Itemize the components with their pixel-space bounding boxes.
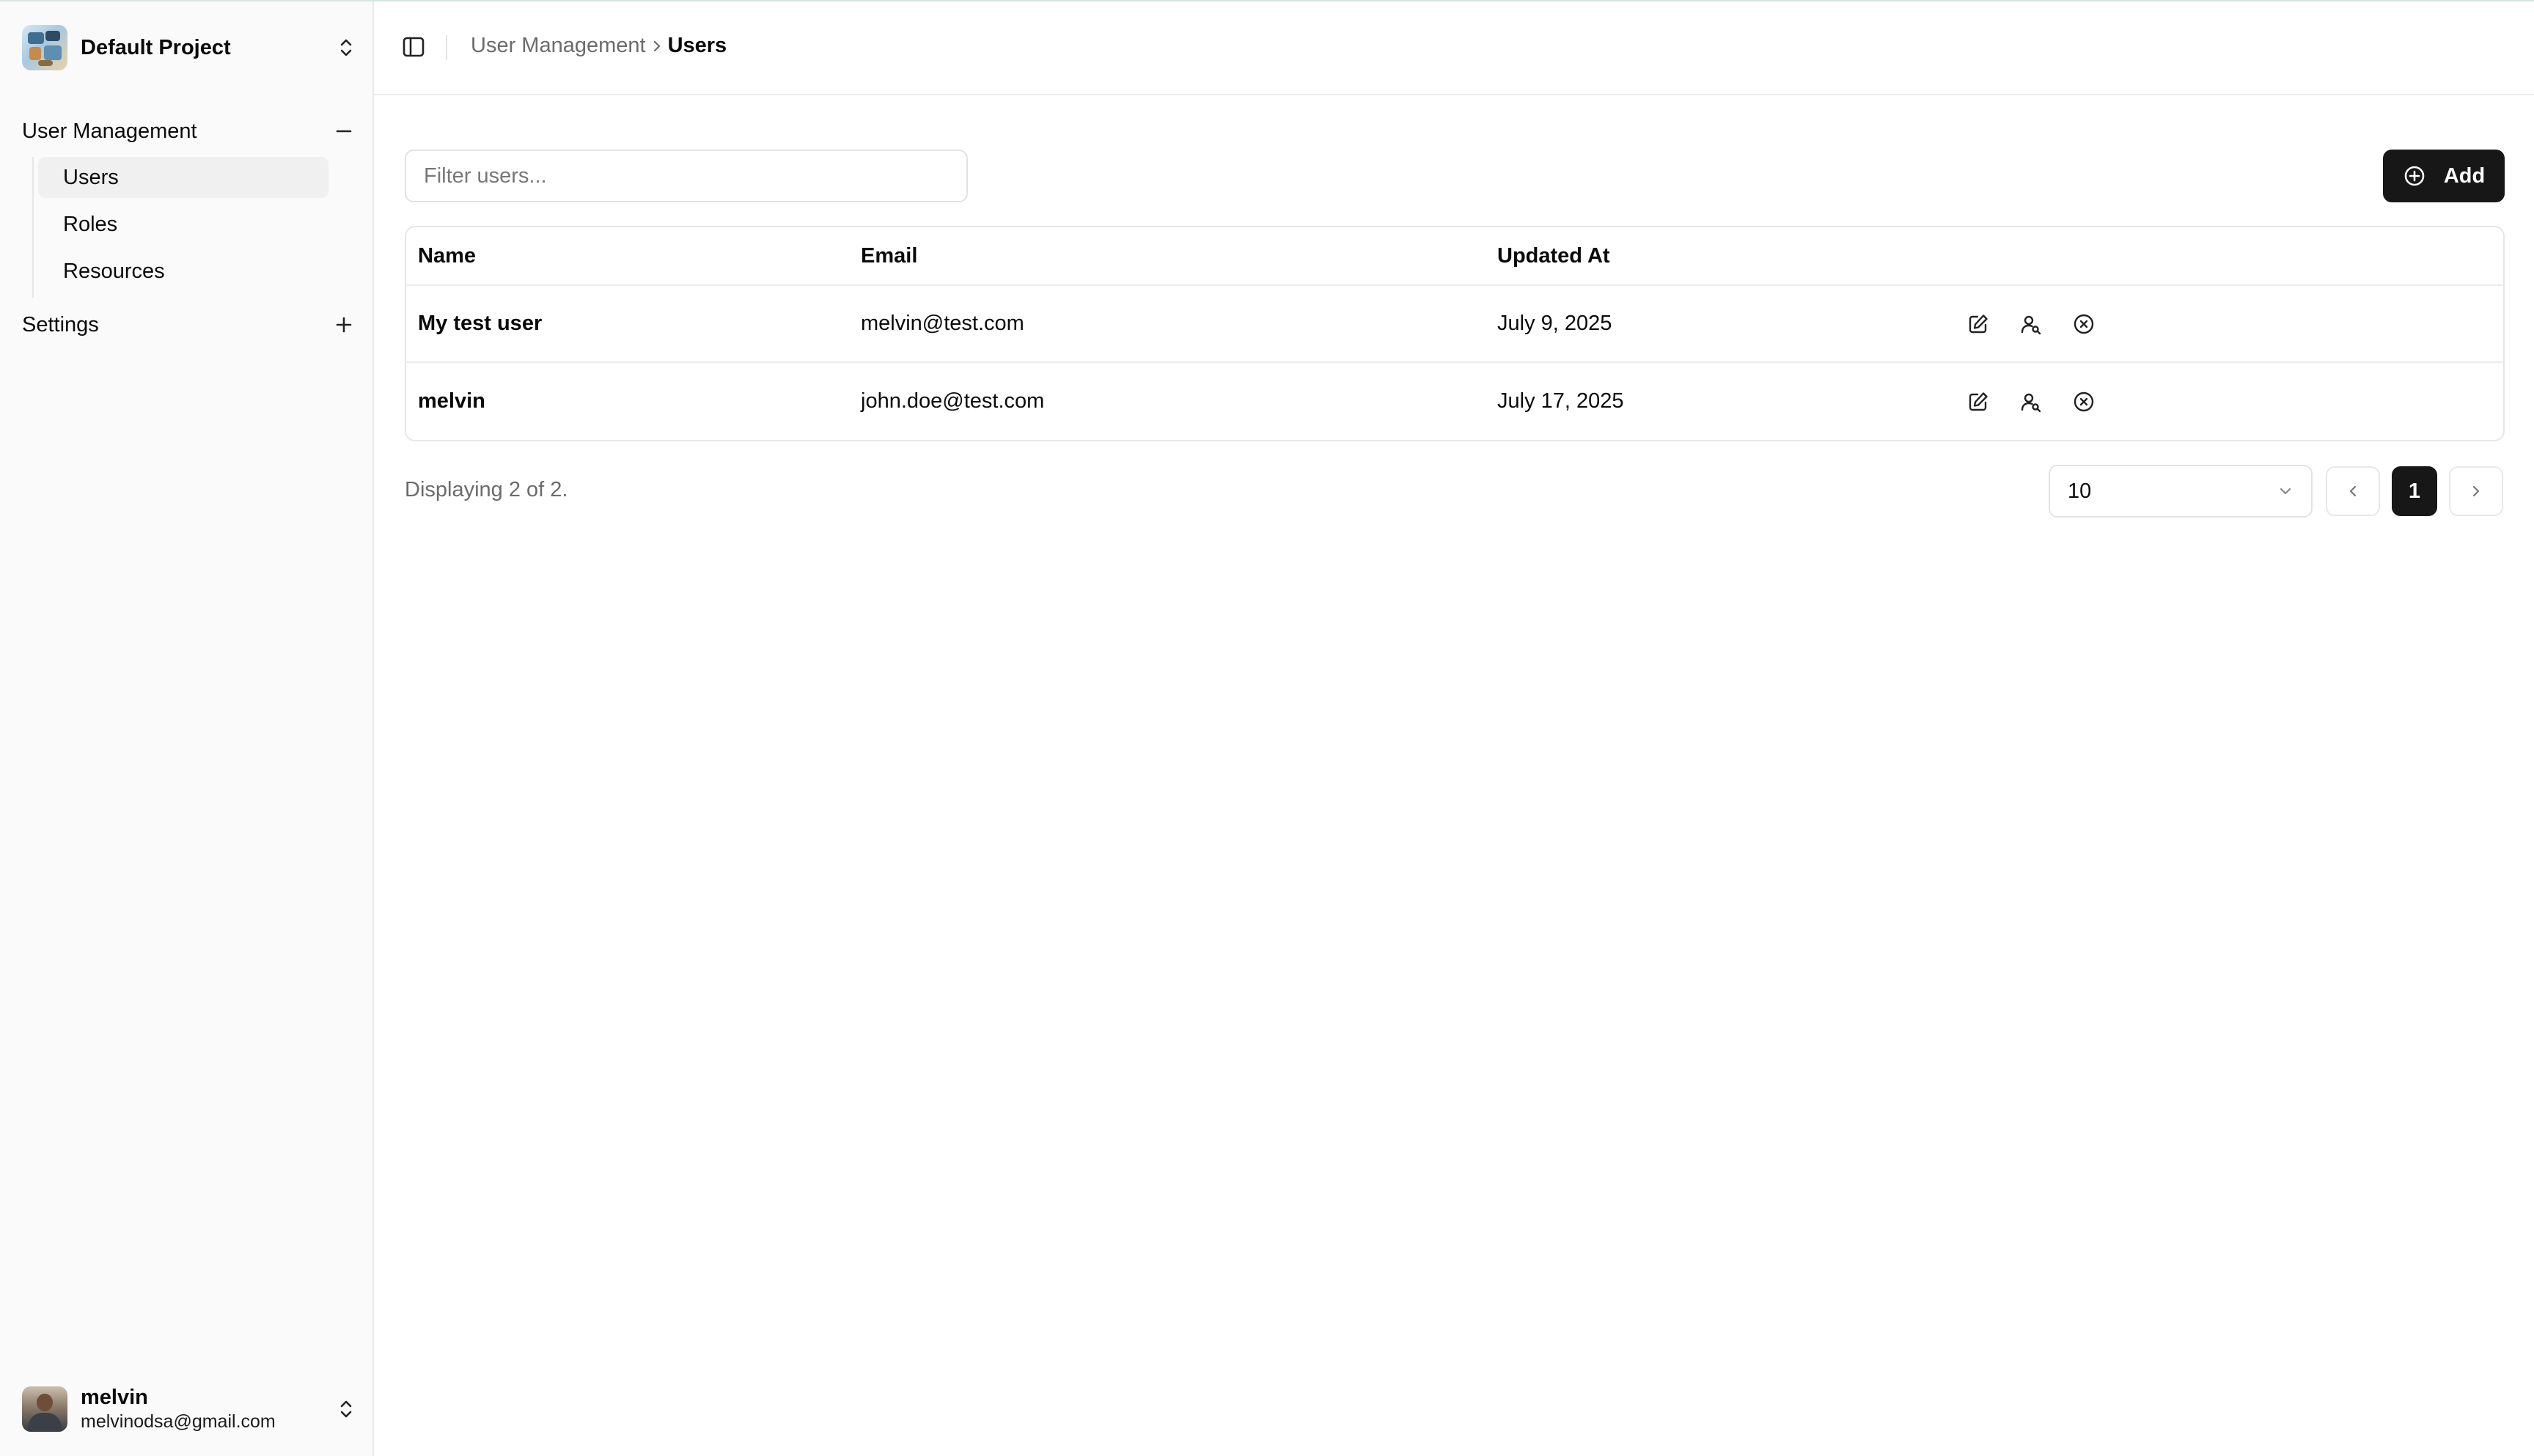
x-circle-icon[interactable]	[2071, 389, 2097, 415]
sidebar-item-roles[interactable]: Roles	[38, 204, 328, 245]
sidebar-item-users[interactable]: Users	[38, 157, 328, 198]
add-user-button[interactable]: Add	[2383, 150, 2505, 202]
chevron-left-icon	[2346, 483, 2360, 499]
current-user-menu[interactable]: melvin melvinodsa@gmail.com	[22, 1380, 356, 1438]
page-size-select[interactable]: 10	[2049, 465, 2313, 518]
nav-group-label: Settings	[22, 312, 99, 337]
project-switcher[interactable]: Default Project	[22, 23, 356, 72]
sidebar-item-resources[interactable]: Resources	[38, 251, 328, 292]
cell-name: melvin	[418, 389, 485, 413]
sidebar-item-label: Roles	[63, 212, 118, 236]
sidebar-item-label: Resources	[63, 259, 165, 283]
nav-subitems: Users Roles Resources	[32, 157, 328, 298]
nav-group-label: User Management	[22, 119, 197, 143]
user-search-icon[interactable]	[2018, 311, 2044, 337]
table-header-row: Name Email Updated At	[406, 227, 2503, 286]
plus-icon[interactable]	[331, 312, 356, 337]
table-row[interactable]: My test user melvin@test.com July 9, 202…	[406, 286, 2503, 363]
cell-email: melvin@test.com	[861, 312, 1024, 335]
app-root: Default Project User Management Users Ro…	[0, 0, 2534, 1456]
project-name: Default Project	[81, 35, 231, 59]
user-search-icon[interactable]	[2018, 389, 2044, 415]
breadcrumb-current: Users	[667, 34, 727, 57]
minus-icon[interactable]	[331, 119, 356, 144]
row-actions	[1965, 389, 2097, 415]
edit-icon[interactable]	[1965, 389, 1991, 415]
next-page-button[interactable]	[2449, 466, 2503, 516]
breadcrumb: User Management Users	[471, 34, 727, 58]
chevron-down-icon	[2277, 483, 2294, 499]
topbar: User Management Users	[374, 1, 2534, 95]
page-number: 1	[2408, 479, 2421, 503]
filter-users-input[interactable]	[405, 150, 968, 202]
project-logo-icon	[22, 25, 67, 70]
users-table: Name Email Updated At My test user melvi…	[405, 226, 2505, 441]
x-circle-icon[interactable]	[2071, 311, 2097, 337]
page-button-current[interactable]: 1	[2392, 466, 2437, 516]
sidebar: Default Project User Management Users Ro…	[0, 1, 374, 1456]
user-name: melvin	[81, 1386, 148, 1409]
user-email: melvinodsa@gmail.com	[81, 1411, 276, 1432]
edit-icon[interactable]	[1965, 311, 1991, 337]
sidebar-toggle-icon[interactable]	[400, 34, 427, 60]
nav-group-user-management[interactable]: User Management	[22, 111, 356, 151]
breadcrumb-user-management[interactable]: User Management	[471, 34, 646, 58]
avatar	[22, 1386, 67, 1432]
plus-circle-icon	[2403, 164, 2426, 188]
cell-updated-at: July 9, 2025	[1497, 312, 1612, 335]
previous-page-button[interactable]	[2326, 466, 2380, 516]
row-actions	[1965, 311, 2097, 337]
column-header-email: Email	[861, 243, 918, 268]
topbar-divider	[446, 35, 447, 60]
display-count: Displaying 2 of 2.	[405, 478, 568, 501]
column-header-updated-at: Updated At	[1497, 243, 1610, 268]
cell-email: john.doe@test.com	[861, 389, 1045, 413]
chevron-right-icon	[652, 39, 662, 54]
sidebar-item-label: Users	[63, 165, 119, 189]
table-row[interactable]: melvin john.doe@test.com July 17, 2025	[406, 363, 2503, 440]
page-size-value: 10	[2068, 479, 2092, 503]
cell-updated-at: July 17, 2025	[1497, 389, 1624, 413]
chevron-right-icon	[2469, 483, 2483, 499]
cell-name: My test user	[418, 312, 543, 335]
nav-group-settings[interactable]: Settings	[22, 305, 356, 345]
column-header-name: Name	[418, 243, 476, 268]
chevrons-up-down-icon	[336, 33, 356, 62]
add-button-label: Add	[2443, 163, 2486, 188]
chevrons-up-down-icon	[336, 1394, 356, 1424]
